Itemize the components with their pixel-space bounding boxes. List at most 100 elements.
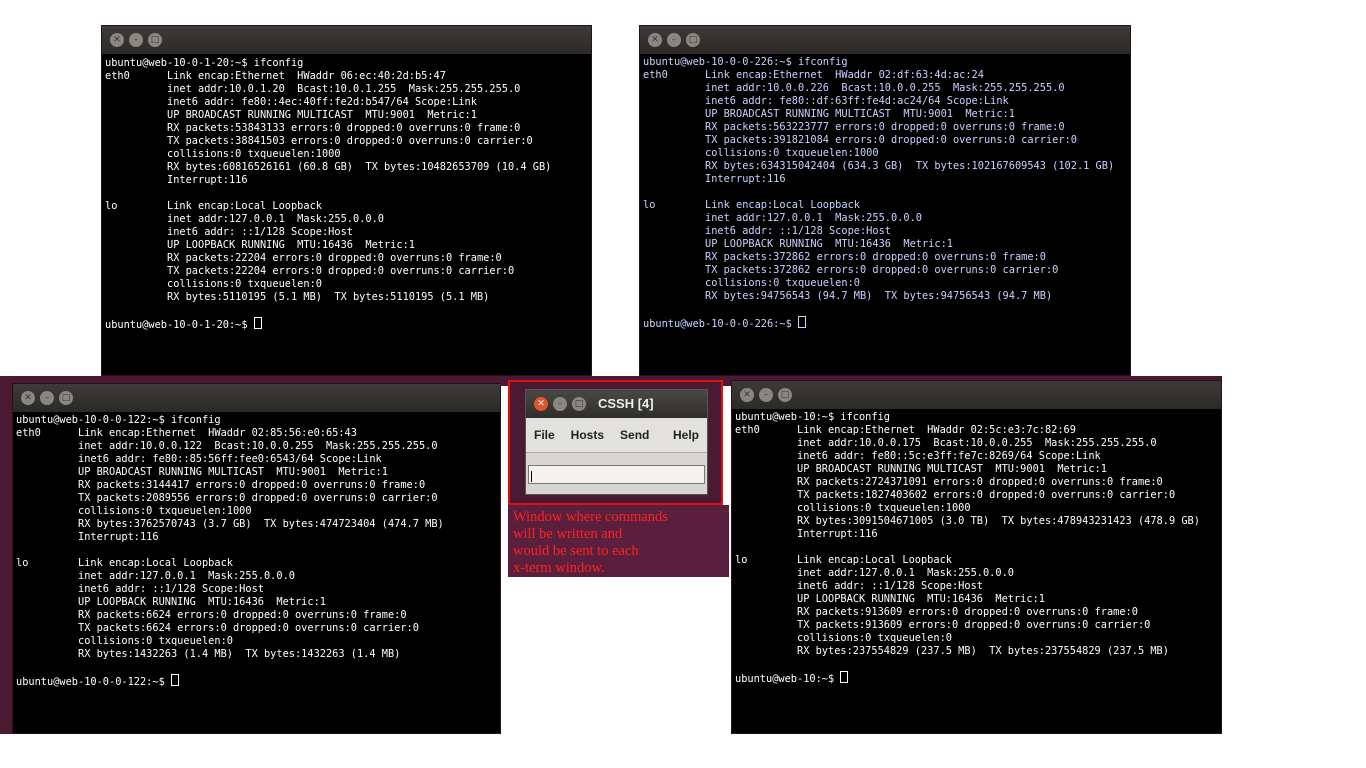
terminal-titlebar[interactable]: ✕ – □: [102, 26, 591, 54]
terminal-line: TX packets:913609 errors:0 dropped:0 ove…: [735, 619, 1151, 631]
terminal-titlebar[interactable]: ✕ – □: [640, 26, 1130, 54]
terminal-line: inet6 addr: ::1/128 Scope:Host: [643, 225, 891, 237]
terminal-line: UP BROADCAST RUNNING MULTICAST MTU:9001 …: [105, 109, 477, 121]
close-icon[interactable]: ✕: [21, 391, 35, 405]
terminal-output[interactable]: ubuntu@web-10-0-0-122:~$ ifconfig eth0 L…: [13, 412, 500, 688]
maximize-icon[interactable]: □: [686, 33, 700, 47]
terminal-titlebar[interactable]: ✕ – □: [732, 381, 1221, 409]
terminal-output[interactable]: ubuntu@web-10-0-0-226:~$ ifconfig eth0 L…: [640, 54, 1130, 330]
terminal-line: RX packets:53843133 errors:0 dropped:0 o…: [105, 122, 521, 134]
terminal-window-bottom-left[interactable]: ✕ – □ ubuntu@web-10-0-0-122:~$ ifconfig …: [12, 383, 501, 734]
command-input[interactable]: [528, 465, 705, 484]
minimize-icon[interactable]: –: [129, 33, 143, 47]
terminal-line: eth0 Link encap:Ethernet HWaddr 02:df:63…: [643, 69, 984, 81]
terminal-line: collisions:0 txqueuelen:0: [735, 632, 952, 644]
cssh-window[interactable]: ✕ – □ CSSH [4] File Hosts Send Help: [525, 389, 708, 495]
terminal-line: Interrupt:116: [105, 174, 248, 186]
terminal-line: eth0 Link encap:Ethernet HWaddr 02:5c:e3…: [735, 424, 1076, 436]
cssh-title: CSSH [4]: [598, 396, 654, 411]
terminal-line: RX bytes:94756543 (94.7 MB) TX bytes:947…: [643, 290, 1053, 302]
terminal-line: lo Link encap:Local Loopback: [643, 199, 860, 211]
terminal-line: RX packets:563223777 errors:0 dropped:0 …: [643, 121, 1065, 133]
close-icon[interactable]: ✕: [648, 33, 662, 47]
minimize-icon[interactable]: –: [40, 391, 54, 405]
menu-hosts[interactable]: Hosts: [563, 428, 612, 442]
terminal-line: UP LOOPBACK RUNNING MTU:16436 Metric:1: [735, 593, 1045, 605]
terminal-line: inet6 addr: fe80::5c:e3ff:fe7c:8269/64 S…: [735, 450, 1101, 462]
terminal-prompt: ubuntu@web-10-0-1-20:~$: [105, 319, 254, 331]
maximize-icon[interactable]: □: [148, 33, 162, 47]
terminal-line: RX packets:6624 errors:0 dropped:0 overr…: [16, 609, 407, 621]
terminal-line: inet addr:127.0.0.1 Mask:255.0.0.0: [643, 212, 922, 224]
terminal-line: ubuntu@web-10:~$ ifconfig: [735, 411, 890, 423]
terminal-line: eth0 Link encap:Ethernet HWaddr 06:ec:40…: [105, 70, 446, 82]
cssh-menubar: File Hosts Send Help: [526, 418, 707, 453]
desktop-background-left: [0, 376, 12, 734]
terminal-line: TX packets:38841503 errors:0 dropped:0 o…: [105, 135, 533, 147]
terminal-window-top-left[interactable]: ✕ – □ ubuntu@web-10-0-1-20:~$ ifconfig e…: [101, 25, 592, 376]
menu-help[interactable]: Help: [665, 428, 707, 442]
terminal-line: UP BROADCAST RUNNING MULTICAST MTU:9001 …: [735, 463, 1107, 475]
terminal-output[interactable]: ubuntu@web-10-0-1-20:~$ ifconfig eth0 Li…: [102, 54, 591, 331]
terminal-output[interactable]: ubuntu@web-10:~$ ifconfig eth0 Link enca…: [732, 409, 1221, 685]
terminal-line: RX bytes:3762570743 (3.7 GB) TX bytes:47…: [16, 518, 444, 530]
terminal-prompt-line: ubuntu@web-10-0-1-20:~$: [102, 317, 591, 331]
annotation-line: x-term window.: [513, 560, 605, 576]
maximize-icon[interactable]: □: [59, 391, 73, 405]
terminal-line: inet addr:10.0.1.20 Bcast:10.0.1.255 Mas…: [105, 83, 521, 95]
terminal-line: RX packets:913609 errors:0 dropped:0 ove…: [735, 606, 1138, 618]
terminal-line: ubuntu@web-10-0-1-20:~$ ifconfig: [105, 57, 304, 69]
maximize-icon[interactable]: □: [778, 388, 792, 402]
terminal-line: Interrupt:116: [16, 531, 159, 543]
close-icon[interactable]: ✕: [110, 33, 124, 47]
menu-file[interactable]: File: [526, 428, 563, 442]
minimize-icon[interactable]: –: [759, 388, 773, 402]
terminal-prompt-line: ubuntu@web-10:~$: [732, 671, 1221, 685]
terminal-line: RX bytes:1432263 (1.4 MB) TX bytes:14322…: [16, 648, 401, 660]
terminal-line: inet addr:127.0.0.1 Mask:255.0.0.0: [105, 213, 384, 225]
annotation-note: Window where commands will be written an…: [508, 505, 729, 577]
terminal-line: inet6 addr: ::1/128 Scope:Host: [16, 583, 264, 595]
maximize-icon[interactable]: □: [572, 397, 586, 411]
terminal-line: collisions:0 txqueuelen:1000: [16, 505, 252, 517]
terminal-line: RX packets:22204 errors:0 dropped:0 over…: [105, 252, 502, 264]
close-icon[interactable]: ✕: [534, 397, 548, 411]
terminal-prompt-line: ubuntu@web-10-0-0-226:~$: [640, 316, 1130, 330]
minimize-icon[interactable]: –: [553, 397, 567, 411]
terminal-cursor: [840, 671, 849, 683]
terminal-line: inet addr:127.0.0.1 Mask:255.0.0.0: [16, 570, 295, 582]
terminal-line: inet6 addr: fe80::4ec:40ff:fe2d:b547/64 …: [105, 96, 477, 108]
menu-send[interactable]: Send: [612, 428, 657, 442]
terminal-line: collisions:0 txqueuelen:0: [643, 277, 860, 289]
terminal-prompt: ubuntu@web-10-0-0-226:~$: [643, 318, 798, 330]
terminal-line: UP LOOPBACK RUNNING MTU:16436 Metric:1: [643, 238, 953, 250]
terminal-line: UP BROADCAST RUNNING MULTICAST MTU:9001 …: [643, 108, 1015, 120]
terminal-window-bottom-right[interactable]: ✕ – □ ubuntu@web-10:~$ ifconfig eth0 Lin…: [731, 380, 1222, 734]
terminal-line: TX packets:372862 errors:0 dropped:0 ove…: [643, 264, 1059, 276]
terminal-line: UP LOOPBACK RUNNING MTU:16436 Metric:1: [16, 596, 326, 608]
terminal-line: TX packets:6624 errors:0 dropped:0 overr…: [16, 622, 419, 634]
terminal-prompt: ubuntu@web-10-0-0-122:~$: [16, 676, 171, 688]
terminal-line: RX bytes:237554829 (237.5 MB) TX bytes:2…: [735, 645, 1169, 657]
close-icon[interactable]: ✕: [740, 388, 754, 402]
terminal-line: collisions:0 txqueuelen:0: [105, 278, 322, 290]
annotation-line: will be written and: [513, 526, 623, 542]
terminal-line: UP BROADCAST RUNNING MULTICAST MTU:9001 …: [16, 466, 388, 478]
terminal-line: inet6 addr: ::1/128 Scope:Host: [105, 226, 353, 238]
terminal-line: RX bytes:3091504671005 (3.0 TB) TX bytes…: [735, 515, 1200, 527]
terminal-titlebar[interactable]: ✕ – □: [13, 384, 500, 412]
terminal-line: UP LOOPBACK RUNNING MTU:16436 Metric:1: [105, 239, 415, 251]
terminal-line: inet addr:10.0.0.175 Bcast:10.0.0.255 Ma…: [735, 437, 1157, 449]
cssh-titlebar[interactable]: ✕ – □ CSSH [4]: [526, 390, 707, 418]
terminal-line: collisions:0 txqueuelen:1000: [643, 147, 879, 159]
terminal-window-top-right[interactable]: ✕ – □ ubuntu@web-10-0-0-226:~$ ifconfig …: [639, 25, 1131, 376]
minimize-icon[interactable]: –: [667, 33, 681, 47]
terminal-line: RX bytes:5110195 (5.1 MB) TX bytes:51101…: [105, 291, 490, 303]
